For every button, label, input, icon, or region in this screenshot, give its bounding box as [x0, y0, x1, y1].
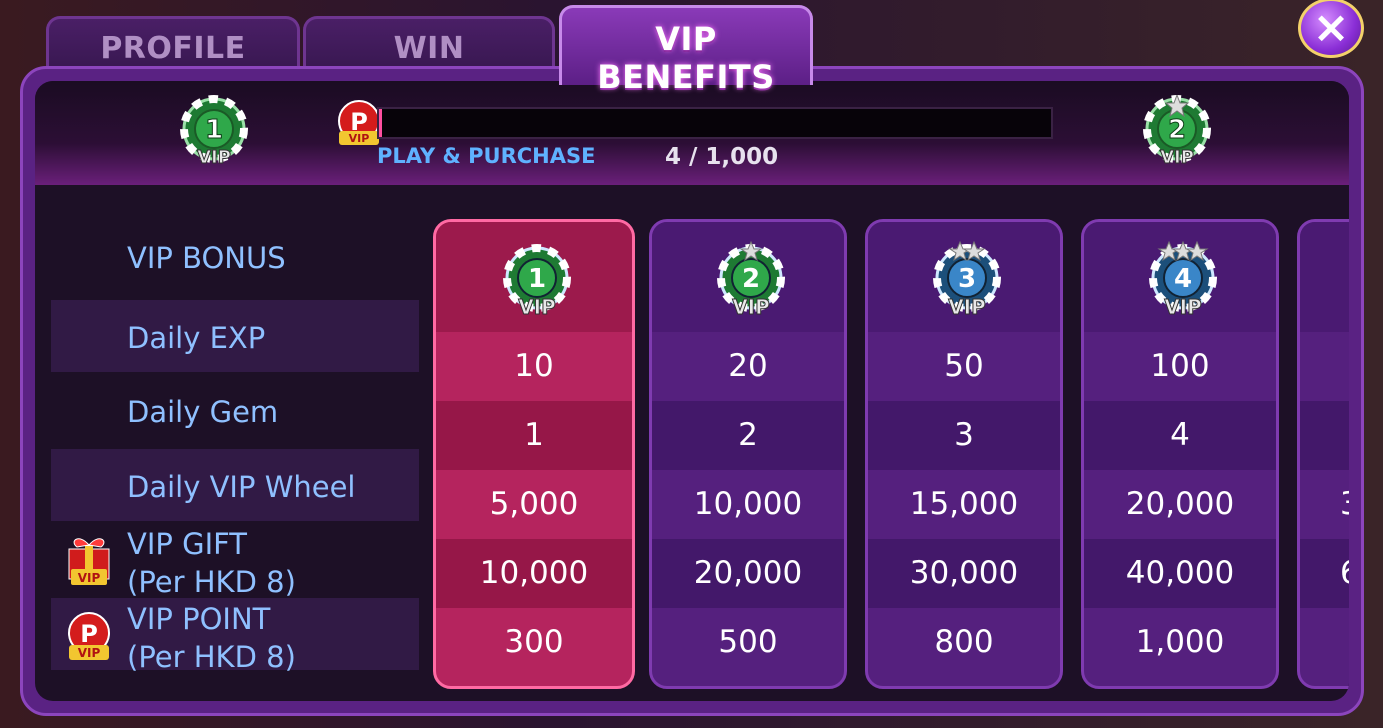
vip-level-column-partial: 3 6 — [1297, 219, 1349, 689]
current-vip-level-number: 1 — [205, 115, 223, 145]
vip-level-3-badge-icon: 3VIP — [933, 240, 1001, 320]
progress-count: 4 / 1,000 — [665, 144, 779, 170]
vip-level-1-gift-value: 10,000 — [479, 555, 589, 591]
row-label-vip-point-note: (Per HKD 8) — [127, 640, 296, 674]
row-label-daily-exp: Daily EXP — [127, 321, 266, 355]
vip-point-icon: P VIP — [338, 100, 380, 145]
next-vip-level-badge-icon: 2 VIP — [1143, 95, 1211, 167]
vip-point-row-icon-text: VIP — [78, 646, 101, 660]
vip-level-text: VIP — [948, 295, 986, 319]
vip-level-1-point-value: 300 — [504, 624, 564, 660]
partial-gift-value: 6 — [1340, 539, 1349, 608]
vip-level-text: VIP — [518, 295, 556, 319]
vip-level-number: 1 — [528, 264, 546, 294]
vip-point-icon-text: VIP — [349, 132, 370, 145]
row-label-vip-gift: VIP GIFT — [127, 527, 248, 561]
vip-level-number: 2 — [742, 264, 760, 294]
vip-level-1-exp-value: 10 — [514, 348, 554, 384]
vip-level-number: 3 — [958, 264, 976, 294]
next-vip-level-number: 2 — [1168, 115, 1186, 145]
vip-level-4-wheel-value: 20,000 — [1125, 486, 1235, 522]
tab-vip-benefits-label: VIP BENEFITS — [597, 20, 775, 96]
row-label-vip-point: VIP POINT — [127, 602, 271, 636]
tab-profile-label: PROFILE — [100, 31, 246, 66]
vip-level-2-badge-icon: 2VIP — [717, 240, 785, 320]
vip-level-1-wheel-value: 5,000 — [489, 486, 579, 522]
vip-level-1-badge-icon: 1VIP — [503, 244, 571, 320]
vip-level-number: 4 — [1174, 264, 1192, 294]
vip-level-2-gift-value: 20,000 — [693, 555, 803, 591]
vip-level-2-point-value: 500 — [718, 624, 778, 660]
tab-vip-benefits[interactable]: VIP BENEFITS — [559, 5, 813, 96]
row-label-daily-vip-wheel: Daily VIP Wheel — [127, 470, 356, 504]
vip-benefits-panel: 1 VIP P VIP PLAY & PURCHASE 4 / 1,000 2 … — [20, 66, 1364, 716]
current-vip-level-badge-icon: 1 VIP — [180, 95, 248, 167]
vip-level-3-point-value: 800 — [934, 624, 994, 660]
panel-content: 1 VIP P VIP PLAY & PURCHASE 4 / 1,000 2 … — [35, 81, 1349, 701]
vip-level-2-wheel-value: 10,000 — [693, 486, 803, 522]
vip-level-3-wheel-value: 15,000 — [909, 486, 1019, 522]
partial-wheel-value: 3 — [1340, 470, 1349, 539]
vip-level-4-exp-value: 100 — [1150, 348, 1210, 384]
vip-level-4-gift-value: 40,000 — [1125, 555, 1235, 591]
vip-level-text: VIP — [1164, 295, 1202, 319]
close-button[interactable]: × — [1298, 0, 1364, 58]
vip-level-4-point-value: 1,000 — [1135, 624, 1225, 660]
vip-progress-bar — [377, 107, 1053, 139]
vip-point-row-icon: P VIP — [68, 612, 110, 660]
close-icon: × — [1312, 2, 1350, 53]
vip-level-column-3: 3 VIP 50 3 15,000 30,000 800 — [865, 219, 1063, 689]
vip-gift-icon-text: VIP — [78, 571, 101, 585]
row-label-daily-gem: Daily Gem — [127, 395, 279, 429]
vip-level-2-gem-value: 2 — [738, 417, 758, 453]
vip-level-column-1[interactable]: 1 VIP 10 1 5,000 10,000 300 — [433, 219, 635, 689]
row-label-vip-gift-note: (Per HKD 8) — [127, 565, 296, 599]
vip-progress-fill — [379, 109, 382, 137]
vip-gift-icon: VIP — [68, 538, 110, 585]
row-label-vip-bonus: VIP BONUS — [127, 241, 286, 275]
current-vip-level-text: VIP — [197, 147, 231, 167]
vip-level-column-2: 2 VIP 20 2 10,000 20,000 500 — [649, 219, 847, 689]
vip-level-2-exp-value: 20 — [728, 348, 768, 384]
vip-level-4-gem-value: 4 — [1170, 417, 1190, 453]
progress-label: PLAY & PURCHASE — [377, 144, 596, 168]
vip-level-3-gem-value: 3 — [954, 417, 974, 453]
vip-level-column-4: 4 VIP 100 4 20,000 40,000 1,000 — [1081, 219, 1279, 689]
vip-level-3-gift-value: 30,000 — [909, 555, 1019, 591]
vip-level-1-gem-value: 1 — [524, 417, 544, 453]
vip-level-3-exp-value: 50 — [944, 348, 984, 384]
vip-point-row-icon-letter: P — [80, 620, 98, 648]
vip-level-4-badge-icon: 4VIP — [1149, 240, 1217, 320]
vip-level-text: VIP — [732, 295, 770, 319]
next-vip-level-text: VIP — [1160, 147, 1194, 167]
